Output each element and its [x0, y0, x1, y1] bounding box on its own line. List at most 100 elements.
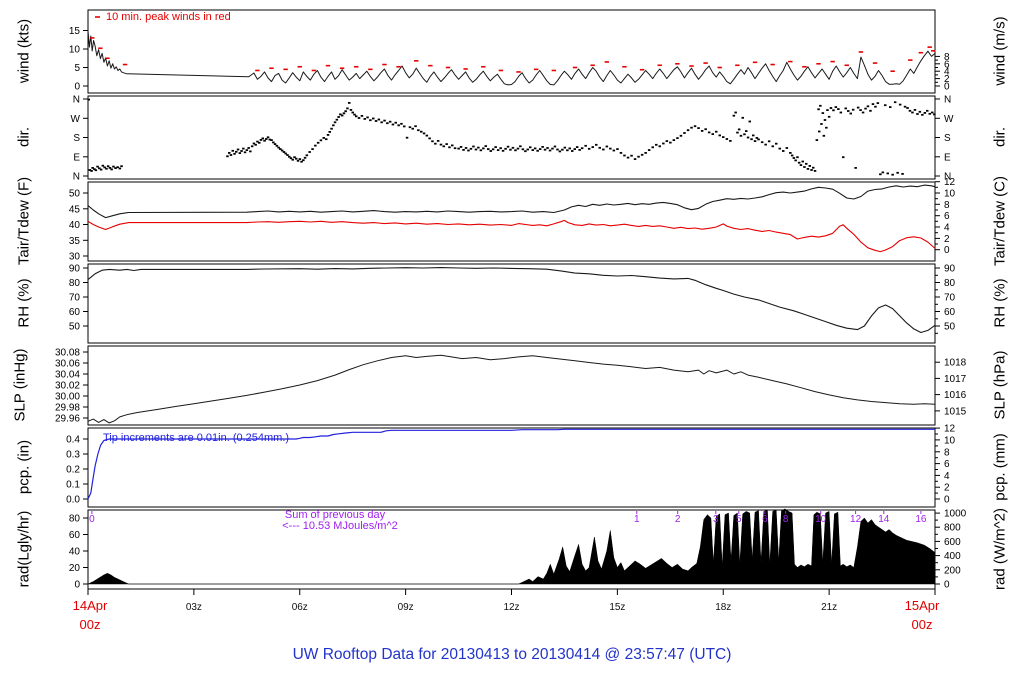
wind-series-line: [87, 30, 936, 86]
pcp-left-tick-label: 0.4: [66, 435, 80, 446]
dir-dot: [333, 121, 337, 124]
rad-sum-label: 8: [783, 514, 789, 525]
rh-left-tick-label: 90: [69, 264, 81, 275]
dir-dot: [797, 161, 801, 164]
dir-dot: [693, 125, 697, 128]
x-axis-tick-label: 06z: [292, 602, 308, 613]
pcp-right-tick-label: 6: [944, 459, 950, 470]
dir-dot: [637, 155, 640, 158]
rad-left-tick-label: 80: [69, 514, 81, 525]
dir-dot: [686, 129, 690, 132]
dir-dot: [881, 171, 885, 174]
rad-sum-note-line2: <--- 10.53 MJoules/m^2: [282, 520, 398, 532]
dir-dot: [524, 150, 527, 153]
dir-dot: [377, 118, 381, 121]
dir-dot: [332, 124, 335, 127]
rad-right-tick-label: 400: [944, 551, 961, 562]
dir-dot: [672, 139, 676, 141]
temp-right-tick-label: 0: [944, 245, 950, 256]
temp-right-axis-label: Tair/Tdew (C): [991, 175, 1009, 267]
slp-left-tick-label: 30.06: [55, 359, 80, 370]
dir-dot: [322, 137, 325, 139]
rad-left-axis-label: rad(Lgly/hr): [15, 510, 33, 588]
dir-dot: [118, 167, 122, 170]
dir-dot: [587, 147, 591, 150]
pcp-right-axis-label: pcp. (mm): [991, 433, 1009, 501]
slp-left-tick-label: 30.08: [55, 348, 80, 359]
dir-dot: [602, 148, 605, 151]
dir-dot: [619, 152, 623, 154]
dir-dot: [823, 119, 827, 121]
rad-sum-label: 10: [815, 514, 827, 525]
dir-dot: [273, 143, 277, 145]
rad-sum-label: 3: [713, 514, 719, 525]
rad-right-tick-label: 1000: [944, 509, 967, 520]
dir-dot: [558, 150, 562, 153]
dir-dot: [99, 168, 103, 171]
rad-left-tick-label: 40: [69, 547, 81, 558]
dir-dot: [479, 149, 483, 152]
dir-dot: [725, 138, 729, 140]
dir-dot: [931, 111, 934, 114]
dir-dot: [459, 146, 463, 148]
dir-dot: [739, 134, 743, 137]
pcp-left-tick-label: 0.1: [66, 480, 80, 491]
dir-dot: [363, 118, 366, 120]
dir-dot: [810, 169, 813, 171]
dir-dot: [778, 147, 781, 150]
slp-left-tick-label: 30.04: [55, 370, 80, 381]
rad-sum-label: 6: [762, 514, 768, 525]
x-end-date-label: 15Apr: [904, 598, 940, 613]
dir-dot: [366, 116, 369, 119]
dir-dot: [235, 150, 238, 153]
dir-dot: [743, 133, 746, 136]
rad-right-tick-label: 600: [944, 537, 961, 548]
dir-dot: [425, 134, 429, 137]
dir-dot: [531, 149, 534, 151]
rh-right-tick-label: 50: [944, 322, 956, 333]
wind-left-tick-label: 15: [69, 26, 81, 37]
dir-dot: [908, 109, 912, 112]
dir-dot: [866, 105, 870, 108]
dir-dot: [633, 158, 637, 160]
dir-dot: [898, 103, 902, 106]
dir-dot: [314, 144, 317, 147]
dir-dot: [408, 126, 412, 129]
dir-dot: [799, 164, 803, 166]
rad-area-fill: [87, 508, 936, 585]
dir-dot: [231, 149, 234, 152]
rh-right-tick-label: 70: [944, 293, 956, 304]
dir-dot: [536, 149, 539, 152]
dir-dot: [477, 146, 480, 149]
dir-right-tick-label: S: [944, 133, 951, 144]
rh-left-tick-label: 80: [69, 278, 81, 289]
dir-dot: [496, 149, 500, 151]
x-end-hour-label: 00z: [911, 617, 933, 632]
dir-dot: [337, 116, 340, 118]
dir-dot: [529, 146, 532, 149]
dir-dot: [383, 119, 386, 122]
plot-canvas: 15105086420NWSENNWSEN5045403530121086420…: [55, 9, 967, 613]
dir-dot: [266, 136, 270, 139]
dir-dot: [753, 140, 757, 142]
dir-dot: [394, 121, 397, 124]
dir-dot: [291, 158, 294, 161]
dir-dot: [746, 136, 750, 139]
dir-dot: [526, 148, 529, 151]
dir-dot: [640, 153, 644, 156]
dir-dot: [451, 144, 454, 147]
dir-dot: [729, 140, 732, 142]
dir-left-tick-label: S: [73, 133, 80, 144]
dir-dot: [467, 149, 470, 152]
temp-left-axis-label: Tair/Tdew (F): [15, 176, 33, 266]
rh-right-tick-label: 60: [944, 307, 956, 318]
dir-dot: [916, 113, 919, 115]
dir-left-tick-label: W: [71, 114, 81, 125]
dir-dot: [90, 170, 93, 172]
dir-dot: [553, 145, 557, 148]
dir-dot: [921, 113, 924, 116]
rad-left-tick-label: 20: [69, 563, 81, 574]
slp-left-tick-label: 30.02: [55, 381, 80, 392]
dir-dot: [806, 168, 810, 170]
dir-dot: [238, 152, 242, 154]
